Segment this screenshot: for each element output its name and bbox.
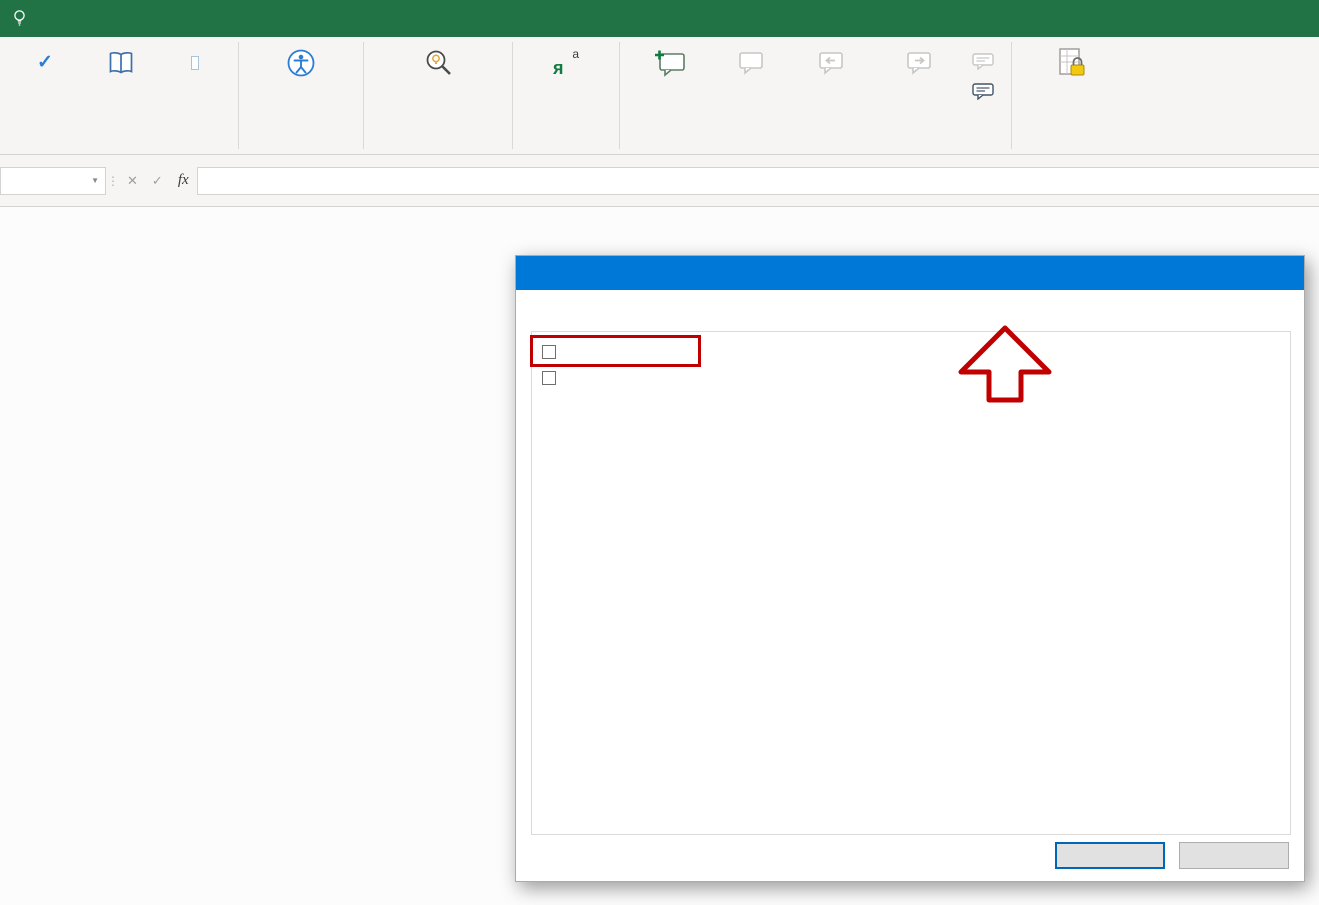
- workbook-statistics-button[interactable]: [156, 40, 234, 86]
- previous-comment-button[interactable]: [786, 40, 876, 86]
- delete-comment-icon: [736, 45, 766, 81]
- previous-comment-icon: [816, 45, 846, 81]
- check-accessibility-button[interactable]: [251, 40, 351, 86]
- chevron-down-icon[interactable]: ▼: [91, 176, 99, 185]
- group-label-insights: [364, 137, 512, 154]
- new-comment-button[interactable]: [624, 40, 716, 86]
- name-box[interactable]: ▼: [0, 167, 106, 195]
- ribbon-group-accessibility: [239, 37, 363, 154]
- latin-a-glyph: a: [572, 47, 579, 61]
- translate-icon: aя: [551, 45, 581, 81]
- cancel-button[interactable]: [1179, 842, 1289, 869]
- ok-button[interactable]: [1055, 842, 1165, 869]
- protect-sheet-icon: [1057, 45, 1087, 81]
- delete-comment-button[interactable]: [716, 40, 786, 86]
- spelling-button[interactable]: ✓: [4, 40, 86, 86]
- smart-lookup-icon: [422, 45, 454, 81]
- cyrillic-ya-glyph: я: [553, 59, 564, 77]
- tell-me-search[interactable]: [12, 0, 36, 37]
- insert-function-icon[interactable]: fx: [170, 172, 197, 189]
- workbook-statistics-icon: [191, 45, 199, 81]
- dialog-buttons: [1055, 842, 1289, 869]
- ribbon-tab-bar: [0, 0, 1319, 37]
- group-label-language: [513, 137, 619, 154]
- ribbon-group-proofing: ✓: [0, 37, 238, 154]
- ribbon-group-language: aя: [513, 37, 619, 154]
- enter-entry-icon[interactable]: ✓: [145, 173, 170, 189]
- thesaurus-icon: [106, 45, 136, 81]
- drag-handle-icon: ⋮: [106, 174, 120, 188]
- formula-input[interactable]: [197, 167, 1319, 195]
- translate-button[interactable]: aя: [523, 40, 609, 86]
- hide-formulas-row[interactable]: [542, 371, 1280, 385]
- show-all-comments-button[interactable]: [972, 83, 1001, 103]
- hide-formulas-checkbox[interactable]: [542, 371, 556, 385]
- show-hide-comment-icon: [972, 53, 994, 73]
- lightbulb-icon: [12, 9, 27, 28]
- ribbon-group-protect: [1012, 37, 1132, 154]
- dialog-titlebar[interactable]: [516, 256, 1304, 290]
- up-arrow-annotation: [957, 324, 1053, 404]
- next-comment-button[interactable]: [876, 40, 962, 86]
- close-icon[interactable]: [1258, 256, 1304, 290]
- show-hide-comment-button[interactable]: [972, 53, 1001, 73]
- spelling-icon: ✓: [37, 45, 53, 81]
- formula-bar: ▼ ⋮ ✕ ✓ fx: [0, 155, 1319, 207]
- protect-sheet-button[interactable]: [1033, 40, 1111, 86]
- cancel-entry-icon[interactable]: ✕: [120, 173, 145, 189]
- new-comment-icon: [653, 45, 687, 81]
- help-icon[interactable]: [1212, 256, 1258, 290]
- group-label-accessibility: [239, 137, 363, 154]
- group-label-proofing: [0, 137, 238, 154]
- group-label-protect: [1012, 137, 1132, 154]
- check-glyph: ✓: [37, 54, 53, 72]
- next-comment-icon: [904, 45, 934, 81]
- group-label-comments: [620, 137, 1011, 154]
- dialog-panel: [531, 331, 1291, 835]
- smart-lookup-button[interactable]: [372, 40, 504, 86]
- thesaurus-button[interactable]: [86, 40, 156, 86]
- ribbon-group-insights: [364, 37, 512, 154]
- comments-stack: [962, 40, 1007, 103]
- accessibility-icon: [285, 45, 317, 81]
- ribbon-group-comments: [620, 37, 1011, 154]
- ribbon: ✓: [0, 37, 1319, 155]
- show-all-comments-icon: [972, 83, 994, 103]
- highlight-rectangle-annotation: [530, 335, 701, 367]
